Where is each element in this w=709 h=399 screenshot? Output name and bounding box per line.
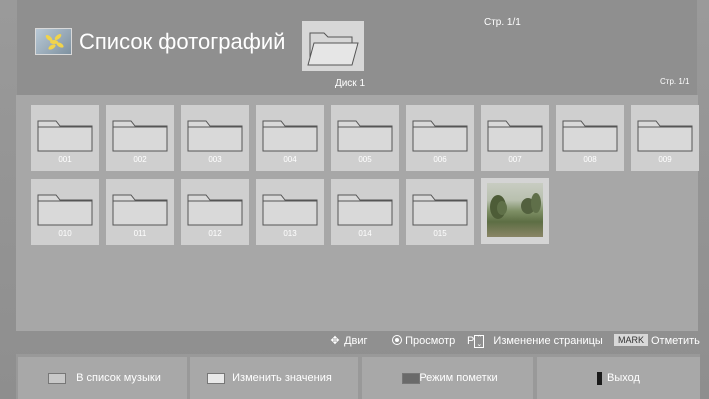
folder-007[interactable]: 007 (481, 105, 549, 171)
folder-015[interactable]: 015 (406, 179, 474, 245)
folder-label: 003 (208, 155, 222, 164)
mark-hint: Отметить (651, 335, 700, 347)
page-indicator: Стр. 1/1 (660, 77, 690, 86)
folder-label: 002 (133, 155, 147, 164)
folder-icon (187, 120, 243, 152)
folder-012[interactable]: 012 (181, 179, 249, 245)
folder-label: 005 (358, 155, 372, 164)
dark-key-icon (402, 373, 420, 384)
move-hint: ✥ Двиг (329, 331, 367, 352)
folder-icon (562, 120, 618, 152)
folder-icon (262, 120, 318, 152)
header: Список фотографий Диск 1 Стр. 1/1 Стр. 1… (17, 0, 697, 96)
folder-grid: 001 002 003 004 005 006 007 008 009 010 011 012 013 0… (16, 95, 699, 331)
folder-icon (112, 194, 168, 226)
photo-list-screen: Список фотографий Диск 1 Стр. 1/1 Стр. 1… (0, 0, 709, 399)
gray-key-icon (48, 373, 66, 384)
folder-label: 012 (208, 229, 222, 238)
folder-005[interactable]: 005 (331, 105, 399, 171)
mark-mode-button[interactable]: Режим пометки (362, 357, 533, 399)
exit-button[interactable]: Выход (537, 357, 700, 399)
folder-label: 013 (283, 229, 297, 238)
folder-003[interactable]: 003 (181, 105, 249, 171)
folder-icon (412, 120, 468, 152)
folder-label: 007 (508, 155, 522, 164)
folder-label: 008 (583, 155, 597, 164)
folder-002[interactable]: 002 (106, 105, 174, 171)
exit-key-icon (597, 372, 602, 385)
white-key-icon (207, 373, 225, 384)
folder-014[interactable]: 014 (331, 179, 399, 245)
folder-icon (187, 194, 243, 226)
page-up-down-icon: ⌃ ⌄ (474, 335, 485, 348)
folder-label: 015 (433, 229, 447, 238)
folder-icon (112, 120, 168, 152)
landscape-image (487, 183, 543, 237)
folder-label: 011 (133, 229, 147, 238)
current-folder-icon[interactable] (302, 21, 364, 71)
change-settings-button[interactable]: Изменить значения (190, 357, 358, 399)
page-change-hint: P ⌃ ⌄ Изменение страницы (467, 335, 603, 348)
page-indicator-top: Стр. 1/1 (484, 17, 521, 28)
folder-008[interactable]: 008 (556, 105, 624, 171)
move-arrows-icon: ✥ (330, 335, 340, 347)
photo-list-icon (35, 28, 72, 55)
folder-icon (637, 120, 693, 152)
folder-006[interactable]: 006 (406, 105, 474, 171)
photo-thumbnail[interactable] (481, 178, 549, 244)
page-title: Список фотографий (79, 29, 286, 54)
view-hint: Просмотр (392, 331, 455, 352)
folder-icon (37, 194, 93, 226)
folder-013[interactable]: 013 (256, 179, 324, 245)
folder-icon (487, 120, 543, 152)
folder-label: 001 (58, 155, 72, 164)
folder-011[interactable]: 011 (106, 179, 174, 245)
disk-label: Диск 1 (334, 78, 366, 89)
folder-004[interactable]: 004 (256, 105, 324, 171)
folder-010[interactable]: 010 (31, 179, 99, 245)
folder-icon (37, 120, 93, 152)
folder-001[interactable]: 001 (31, 105, 99, 171)
folder-icon (337, 120, 393, 152)
folder-009[interactable]: 009 (631, 105, 699, 171)
folder-icon (262, 194, 318, 226)
folder-label: 004 (283, 155, 297, 164)
folder-icon (412, 194, 468, 226)
mark-key-icon: MARK (614, 334, 648, 346)
folder-label: 009 (658, 155, 672, 164)
folder-icon (337, 194, 393, 226)
folder-label: 006 (433, 155, 447, 164)
ok-button-icon (392, 335, 402, 345)
folder-label: 010 (58, 229, 72, 238)
music-list-button[interactable]: В список музыки (18, 357, 187, 399)
folder-label: 014 (358, 229, 372, 238)
